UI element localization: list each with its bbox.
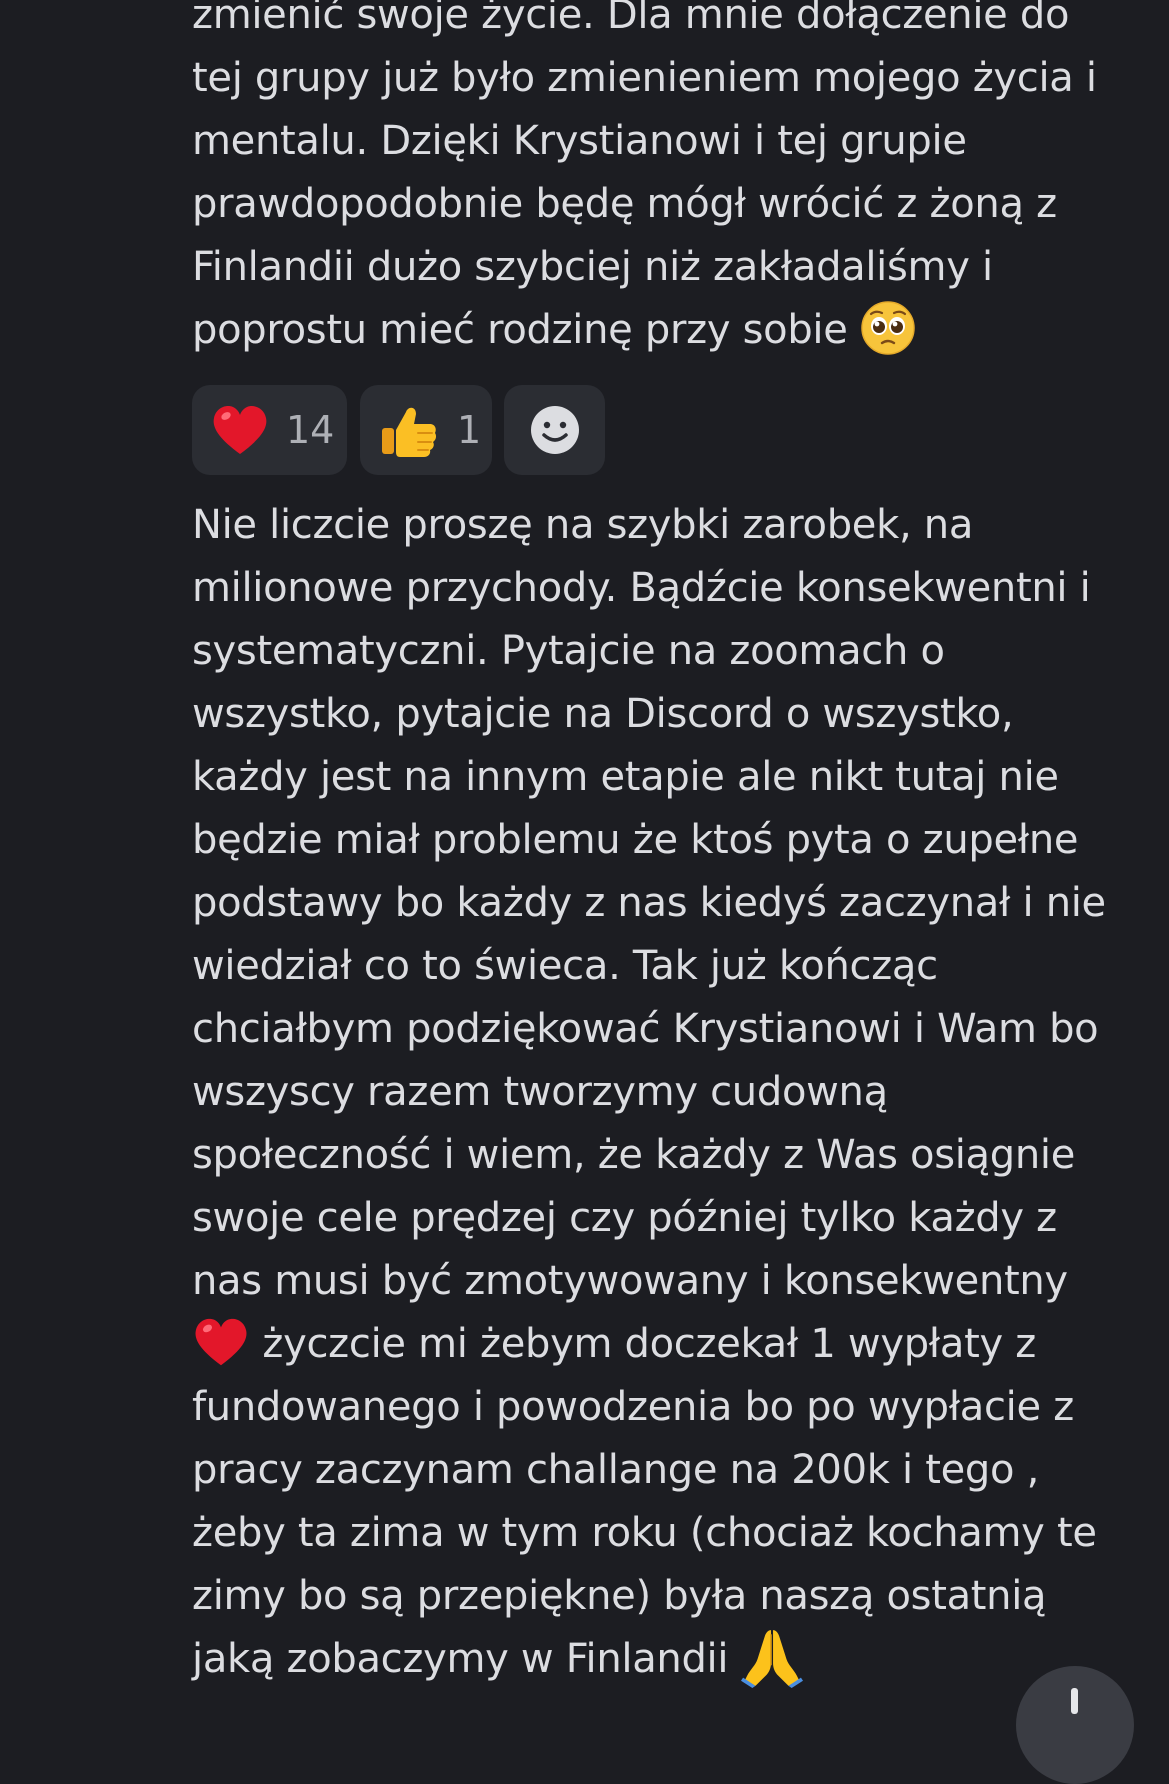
message-text-2: Nie liczcie proszę na szybki zarobek, na… <box>192 494 1152 1691</box>
pleading-face-icon <box>861 301 915 355</box>
message-line: społeczność i wiem, że każdy z Was osiąg… <box>192 1132 1076 1178</box>
message-line-with-heart: życzcie mi żebym doczekał 1 wypłaty z <box>192 1313 1152 1376</box>
message-line-last: jaką zobaczymy w Finlandii <box>192 1628 1152 1691</box>
message-line: jaką zobaczymy w Finlandii <box>192 1636 729 1682</box>
message-line: fundowanego i powodzenia bo po wypłacie … <box>192 1384 1074 1430</box>
reaction-thumbs-up[interactable]: 1 <box>360 385 492 475</box>
message-line: Nie liczcie proszę na szybki zarobek, na <box>192 502 974 548</box>
message-line: wiedział co to świeca. Tak już kończąc <box>192 943 938 989</box>
message-line: poprostu mieć rodzinę przy sobie <box>192 307 848 353</box>
message-line: prawdopodobnie będę mógł wrócić z żoną z <box>192 181 1057 227</box>
red-heart-icon <box>213 406 267 454</box>
reaction-count: 1 <box>457 408 482 452</box>
reaction-heart[interactable]: 14 <box>192 385 347 475</box>
message-line: mentalu. Dzięki Krystianowi i tej grupie <box>192 118 967 164</box>
add-reaction-smiley-icon <box>531 406 579 454</box>
message-line: zimy bo są przepiękne) była naszą ostatn… <box>192 1573 1047 1619</box>
message-line: wszystko, pytajcie na Discord o wszystko… <box>192 691 1014 737</box>
scroll-to-bottom-button[interactable] <box>1016 1666 1134 1784</box>
message-line: pracy zaczynam challange na 200k i tego … <box>192 1447 1040 1493</box>
message-line: nas musi być zmotywowany i konsekwentny <box>192 1258 1068 1304</box>
message-line: Finlandii dużo szybciej niż zakładaliśmy… <box>192 244 993 290</box>
reaction-count: 14 <box>286 408 335 452</box>
message-line-last: poprostu mieć rodzinę przy sobie <box>192 299 1152 362</box>
message-text-1: zmienić swoje życie. Dla mnie dołączenie… <box>192 0 1152 362</box>
message-line: żeby ta zima w tym roku (chociaż kochamy… <box>192 1510 1097 1556</box>
message-line: będzie miał problemu że ktoś pyta o zupe… <box>192 817 1079 863</box>
folded-hands-icon <box>740 1630 803 1688</box>
message-line: wszyscy razem tworzymy cudowną <box>192 1069 888 1115</box>
message-line: życzcie mi żebym doczekał 1 wypłaty z <box>250 1321 1036 1367</box>
message-line: zmienić swoje życie. Dla mnie dołączenie… <box>192 0 1070 38</box>
add-reaction-button[interactable] <box>504 385 605 475</box>
arrow-down-icon <box>1071 1688 1078 1714</box>
message-line: swoje cele prędzej czy później tylko każ… <box>192 1195 1057 1241</box>
chat-view: zmienić swoje życie. Dla mnie dołączenie… <box>0 0 1169 1784</box>
message-line: chciałbym podziękować Krystianowi i Wam … <box>192 1006 1099 1052</box>
message-line: podstawy bo każdy z nas kiedyś zaczynał … <box>192 880 1106 926</box>
message-line: systematyczni. Pytajcie na zoomach o <box>192 628 945 674</box>
message-line: milionowe przychody. Bądźcie konsekwentn… <box>192 565 1091 611</box>
message-line: tej grupy już było zmienieniem mojego ży… <box>192 55 1097 101</box>
thumbs-up-icon <box>382 407 437 457</box>
red-heart-icon <box>195 1318 247 1366</box>
message-line: każdy jest na innym etapie ale nikt tuta… <box>192 754 1059 800</box>
